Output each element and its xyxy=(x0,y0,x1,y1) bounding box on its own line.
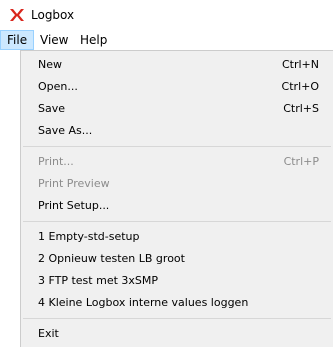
menu-item-print: Print... Ctrl+P xyxy=(21,151,333,173)
menu-item-shortcut: Ctrl+N xyxy=(281,58,319,71)
menu-item-recent-2[interactable]: 2 Opnieuw testen LB groot xyxy=(21,248,333,270)
menu-item-label: Exit xyxy=(38,327,59,340)
menu-item-shortcut: Ctrl+P xyxy=(283,155,319,168)
menu-view[interactable]: View xyxy=(34,30,74,50)
menu-separator xyxy=(23,221,331,222)
menu-item-label: Print... xyxy=(38,155,74,168)
logbox-app-icon xyxy=(9,7,25,23)
menu-item-shortcut: Ctrl+S xyxy=(283,102,319,115)
menu-item-label: Save xyxy=(38,102,66,115)
menu-item-label: 3 FTP test met 3xSMP xyxy=(38,274,159,287)
menu-item-label: Open... xyxy=(38,80,78,93)
menu-item-shortcut: Ctrl+O xyxy=(281,80,319,93)
menu-item-label: New xyxy=(38,58,62,71)
menu-item-save-as[interactable]: Save As... xyxy=(21,120,333,142)
file-menu-dropdown: New Ctrl+N Open... Ctrl+O Save Ctrl+S Sa… xyxy=(20,50,333,347)
menu-separator xyxy=(23,318,331,319)
menu-item-exit[interactable]: Exit xyxy=(21,323,333,345)
menu-item-label: 2 Opnieuw testen LB groot xyxy=(38,252,185,265)
menu-item-print-setup[interactable]: Print Setup... xyxy=(21,195,333,217)
menu-bar: File View Help xyxy=(0,30,333,50)
menu-separator xyxy=(23,146,331,147)
menu-item-recent-4[interactable]: 4 Kleine Logbox interne values loggen xyxy=(21,292,333,314)
window-title: Logbox xyxy=(31,8,75,22)
menu-item-recent-3[interactable]: 3 FTP test met 3xSMP xyxy=(21,270,333,292)
menu-item-new[interactable]: New Ctrl+N xyxy=(21,54,333,76)
menu-item-label: Print Preview xyxy=(38,177,110,190)
menu-item-open[interactable]: Open... Ctrl+O xyxy=(21,76,333,98)
menu-item-label: 1 Empty-std-setup xyxy=(38,230,140,243)
title-bar: Logbox xyxy=(0,0,333,30)
menu-item-print-preview: Print Preview xyxy=(21,173,333,195)
menu-file[interactable]: File xyxy=(0,30,35,50)
menu-item-save[interactable]: Save Ctrl+S xyxy=(21,98,333,120)
menu-item-label: 4 Kleine Logbox interne values loggen xyxy=(38,296,249,309)
menu-item-recent-1[interactable]: 1 Empty-std-setup xyxy=(21,226,333,248)
menu-help[interactable]: Help xyxy=(74,30,113,50)
menu-item-label: Save As... xyxy=(38,124,93,137)
menu-item-label: Print Setup... xyxy=(38,199,110,212)
